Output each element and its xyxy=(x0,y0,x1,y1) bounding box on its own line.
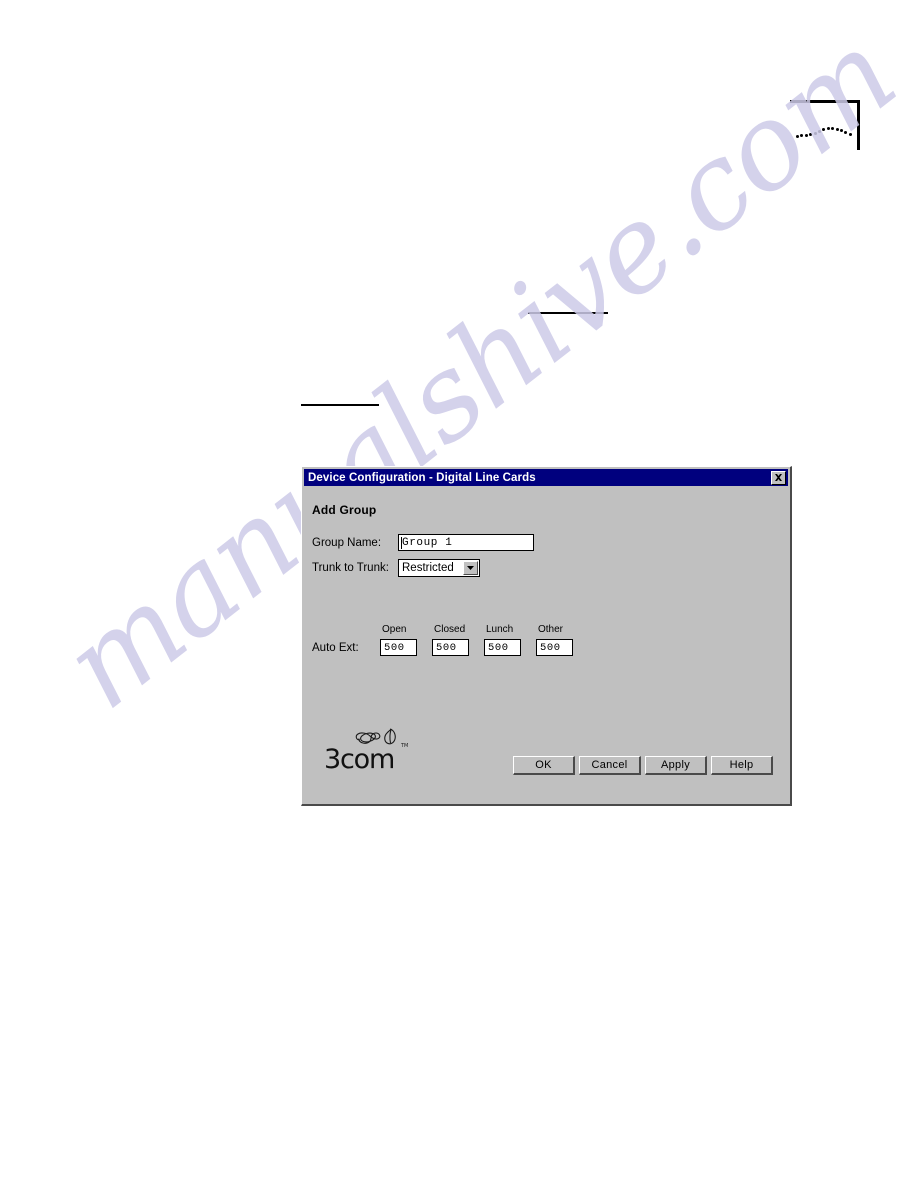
group-name-row: Group Name: Group 1 xyxy=(312,534,534,551)
brand-name: 3com xyxy=(324,744,395,775)
close-icon xyxy=(775,473,782,481)
trunk-to-trunk-label: Trunk to Trunk: xyxy=(312,562,389,574)
brand-logo: TM 3com xyxy=(324,724,420,780)
auto-ext-cell-lunch: 500 xyxy=(484,639,536,656)
wave-dot xyxy=(835,128,839,131)
wave-dot xyxy=(822,128,826,131)
dropdown-arrow-button[interactable] xyxy=(463,561,478,575)
trunk-to-trunk-select[interactable]: Restricted xyxy=(398,559,480,577)
help-button[interactable]: Help xyxy=(711,756,773,775)
page-corner-decoration xyxy=(790,100,860,150)
wave-dot xyxy=(844,131,848,134)
wave-dot xyxy=(796,135,799,138)
auto-ext-input-open[interactable]: 500 xyxy=(380,639,417,656)
upper-rule xyxy=(528,312,608,314)
chevron-down-icon xyxy=(467,566,474,570)
cancel-button[interactable]: Cancel xyxy=(579,756,641,775)
auto-ext-header-closed: Closed xyxy=(434,624,466,635)
trunk-to-trunk-row: Trunk to Trunk: Restricted xyxy=(312,559,480,577)
auto-ext-cell-closed: 500 xyxy=(432,639,484,656)
dialog-title: Device Configuration - Digital Line Card… xyxy=(308,471,536,484)
apply-button[interactable]: Apply xyxy=(645,756,707,775)
wave-dot xyxy=(809,133,813,136)
lower-rule xyxy=(301,404,379,406)
auto-ext-value-other: 500 xyxy=(540,641,561,654)
group-name-label: Group Name: xyxy=(312,536,382,549)
auto-ext-cell-other: 500 xyxy=(536,639,588,656)
group-name-input[interactable]: Group 1 xyxy=(398,534,534,551)
group-name-value: Group 1 xyxy=(402,536,453,549)
auto-ext-value-lunch: 500 xyxy=(488,641,509,654)
wave-dot xyxy=(818,130,821,133)
auto-ext-row: Auto Ext: 500 500 500 500 xyxy=(312,639,588,656)
auto-ext-header-other: Other xyxy=(538,624,564,635)
auto-ext-label: Auto Ext: xyxy=(312,641,359,654)
text-caret xyxy=(401,537,402,549)
auto-ext-cell-open: 500 xyxy=(380,639,432,656)
corner-horizontal-rule xyxy=(790,100,858,103)
device-configuration-dialog: Device Configuration - Digital Line Card… xyxy=(301,466,792,806)
auto-ext-value-open: 500 xyxy=(384,641,405,654)
dialog-button-row: OK Cancel Apply Help xyxy=(513,756,773,775)
dialog-title-bar: Device Configuration - Digital Line Card… xyxy=(304,469,788,486)
wave-dot xyxy=(826,127,830,130)
ok-button[interactable]: OK xyxy=(513,756,575,775)
auto-ext-input-closed[interactable]: 500 xyxy=(432,639,469,656)
auto-ext-value-closed: 500 xyxy=(436,641,457,654)
trunk-to-trunk-value: Restricted xyxy=(402,562,454,574)
wave-dot xyxy=(804,134,808,137)
close-button[interactable] xyxy=(771,470,786,485)
auto-ext-column-headers: Open Closed Lunch Other xyxy=(380,624,588,635)
dialog-body: Add Group Group Name: Group 1 Trunk to T… xyxy=(304,486,788,802)
page-title: Add Group xyxy=(312,503,377,517)
auto-ext-input-lunch[interactable]: 500 xyxy=(484,639,521,656)
wave-dot xyxy=(848,133,852,136)
corner-vertical-rule xyxy=(857,100,860,150)
auto-ext-header-open: Open xyxy=(382,624,407,635)
svg-text:TM: TM xyxy=(400,743,408,749)
dotted-wave-icon xyxy=(796,126,856,140)
wave-dot xyxy=(813,132,817,135)
wave-dot xyxy=(840,129,843,132)
auto-ext-input-other[interactable]: 500 xyxy=(536,639,573,656)
auto-ext-header-lunch: Lunch xyxy=(486,624,514,635)
wave-dot xyxy=(831,127,835,130)
wave-dot xyxy=(800,134,804,137)
